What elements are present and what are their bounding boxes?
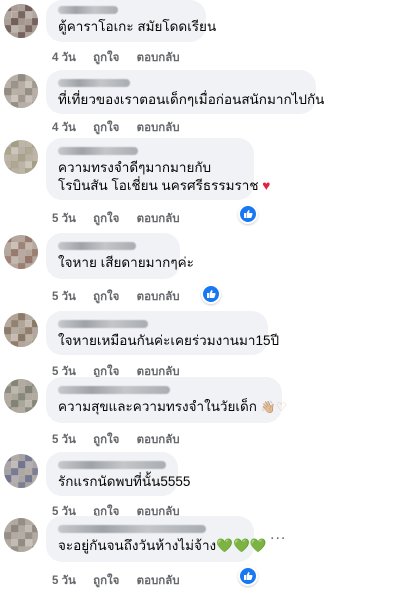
comment-bubble: ที่เที่ยวของเราตอนเด็กๆเมื่อก่อนสนักมากไ… [46, 70, 325, 114]
comment-text: รักแรกนัดพบที่นั้น5555 [58, 474, 191, 489]
avatar[interactable] [4, 379, 38, 413]
reply-button[interactable]: ตอบกลับ [137, 213, 180, 225]
comment-bubble: ตู้คาราโอเกะ สมัยโดดเรียน [46, 0, 217, 42]
like-button[interactable]: ถูกใจ [93, 434, 119, 446]
emoji: 👋🏼♡ [260, 400, 287, 414]
like-reaction-icon[interactable] [238, 204, 258, 224]
like-button[interactable]: ถูกใจ [93, 291, 119, 303]
comment-bubble: ใจหายเหมือนกันค่ะเคยร่วมงานมา15ปี [46, 311, 280, 355]
comment-actions: 4 วัน ถูกใจ ตอบกลับ [52, 119, 194, 137]
comment-text-line-2: โรบินสัน โอเชี่ยน นครศรีธรรมราช ♥ [58, 178, 271, 193]
green-heart-emoji: 💚💚💚 [216, 538, 267, 553]
avatar-pixel [32, 546, 38, 552]
comment-bubble: ความทรงจำดีๆมากมายกับ โรบินสัน โอเชี่ยน … [46, 138, 271, 200]
commenter-name-blurred[interactable] [58, 147, 138, 155]
avatar[interactable] [4, 235, 38, 269]
commenter-name-blurred[interactable] [58, 242, 136, 250]
comment-actions: 5 วัน ถูกใจ ตอบกลับ [52, 288, 194, 306]
avatar-pixel [32, 263, 38, 269]
commenter-name-blurred[interactable] [58, 386, 170, 394]
like-button[interactable]: ถูกใจ [93, 52, 119, 64]
like-reaction-icon[interactable] [238, 566, 258, 586]
comment-actions: 4 วัน ถูกใจ ตอบกลับ [52, 49, 194, 67]
commenter-name-blurred[interactable] [58, 6, 118, 14]
avatar-pixel [32, 407, 38, 413]
commenter-name-blurred[interactable] [58, 320, 148, 328]
like-button[interactable]: ถูกใจ [93, 122, 119, 134]
comment-text: ใจหายเหมือนกันค่ะเคยร่วมงานมา15ปี [58, 333, 280, 348]
comment-text: ที่เที่ยวของเราตอนเด็กๆเมื่อก่อนสนักมากไ… [58, 92, 325, 107]
heart-emoji: ♥ [262, 178, 271, 193]
reply-button[interactable]: ตอบกลับ [137, 122, 180, 134]
comment-time[interactable]: 5 วัน [52, 575, 76, 587]
avatar[interactable] [4, 140, 38, 174]
reply-button[interactable]: ตอบกลับ [137, 52, 180, 64]
like-button[interactable]: ถูกใจ [93, 213, 119, 225]
comment-text: ความสุขและความทรงจำในวัยเด็ก 👋🏼♡ [58, 399, 287, 414]
avatar[interactable] [4, 313, 38, 347]
comment-bubble: ใจหาย เสียดายมากๆค่ะ [46, 233, 194, 279]
comment-text-line-1: ความทรงจำดีๆมากมายกับ [58, 160, 212, 175]
more-options-icon[interactable]: ... [270, 526, 286, 544]
comment-time[interactable]: 4 วัน [52, 52, 76, 64]
reply-button[interactable]: ตอบกลับ [137, 575, 180, 587]
avatar[interactable] [4, 74, 38, 108]
avatar[interactable] [4, 518, 38, 552]
comment-text: ตู้คาราโอเกะ สมัยโดดเรียน [58, 19, 217, 34]
comment-text: จะอยู่กันจนถึงวันห้างไม่จ้าง💚💚💚 [58, 538, 267, 553]
avatar-pixel [32, 32, 38, 38]
comment-actions: 5 วัน ถูกใจ ตอบกลับ [52, 210, 194, 228]
comment-time[interactable]: 5 วัน [52, 291, 76, 303]
avatar-pixel [32, 168, 38, 174]
comment-text: ใจหาย เสียดายมากๆค่ะ [58, 255, 194, 270]
comment-actions: 5 วัน ถูกใจ ตอบกลับ [52, 572, 194, 590]
avatar[interactable] [4, 454, 38, 488]
commenter-name-blurred[interactable] [58, 525, 206, 533]
comment-time[interactable]: 5 วัน [52, 434, 76, 446]
reply-button[interactable]: ตอบกลับ [137, 434, 180, 446]
comment-time[interactable]: 5 วัน [52, 213, 76, 225]
like-button[interactable]: ถูกใจ [93, 575, 119, 587]
avatar-pixel [32, 482, 38, 488]
avatar-pixel [32, 102, 38, 108]
comment-bubble: รักแรกนัดพบที่นั้น5555 [46, 452, 191, 496]
commenter-name-blurred[interactable] [58, 461, 166, 469]
avatar[interactable] [4, 4, 38, 38]
comment-bubble: จะอยู่กันจนถึงวันห้างไม่จ้าง💚💚💚 [46, 516, 267, 562]
comment-time[interactable]: 4 วัน [52, 122, 76, 134]
reply-button[interactable]: ตอบกลับ [137, 291, 180, 303]
commenter-name-blurred[interactable] [58, 79, 130, 87]
avatar-pixel [32, 341, 38, 347]
like-reaction-icon[interactable] [201, 284, 221, 304]
comment-bubble: ความสุขและความทรงจำในวัยเด็ก 👋🏼♡ [46, 377, 287, 423]
comment-actions: 5 วัน ถูกใจ ตอบกลับ [52, 431, 194, 449]
